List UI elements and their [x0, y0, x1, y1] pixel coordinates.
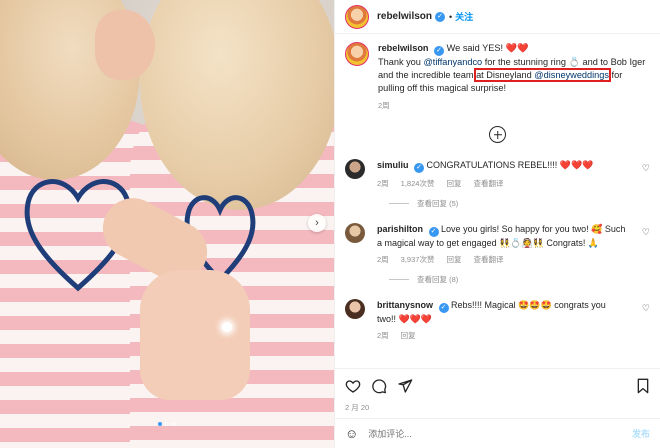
- view-replies-label: 查看回复 (5): [417, 199, 459, 208]
- caption-part-1: Thank you: [378, 57, 424, 67]
- heart-icon[interactable]: [345, 378, 361, 394]
- mention-disneyweddings[interactable]: @disneyweddings: [534, 70, 609, 80]
- verified-badge-icon: ✓: [414, 163, 425, 173]
- commenter-username[interactable]: parishilton: [377, 224, 423, 234]
- post-photo[interactable]: ›: [0, 0, 334, 448]
- comment-meta: 2周 1,824次赞 回复 查看翻译: [377, 178, 627, 190]
- view-replies[interactable]: 查看回复 (5): [389, 198, 650, 209]
- smiley-icon[interactable]: ☺: [345, 426, 358, 441]
- verified-badge-icon: ✓: [435, 11, 446, 22]
- follow-button[interactable]: 关注: [455, 10, 473, 23]
- translate-button[interactable]: 查看翻译: [473, 178, 503, 190]
- author-avatar[interactable]: [345, 4, 369, 29]
- post-header: rebelwilson ✓ • 关注: [335, 0, 660, 34]
- comment-time: 2周: [377, 255, 389, 264]
- mention-tiffanyandco[interactable]: @tiffanyandco: [423, 57, 482, 67]
- caption-lead: We said YES!: [446, 43, 504, 53]
- header-separator: •: [449, 11, 453, 22]
- highlighted-text: at Disneyland @disneyweddings: [474, 68, 611, 82]
- comment-meta: 2周 3,937次赞 回复 查看翻译: [377, 254, 627, 266]
- caption: rebelwilson ✓ We said YES! ❤️❤️ Thank yo…: [345, 42, 650, 112]
- instagram-post-modal: › rebelwilson ✓ • 关注 rebelwilson ✓ We sa…: [0, 0, 660, 448]
- comment-icon[interactable]: [371, 378, 387, 394]
- comment-composer: ☺ 发布: [335, 418, 660, 448]
- post-side-panel: rebelwilson ✓ • 关注 rebelwilson ✓ We said…: [334, 0, 660, 448]
- commenter-avatar[interactable]: [345, 223, 365, 243]
- verified-badge-icon: ✓: [438, 303, 449, 313]
- comment-input[interactable]: [368, 428, 632, 439]
- post-comment-button[interactable]: 发布: [632, 427, 650, 440]
- comment-time: 2周: [377, 331, 389, 340]
- caption-time: 2周: [378, 101, 390, 110]
- translate-button[interactable]: 查看翻译: [473, 254, 503, 266]
- verified-badge-icon: ✓: [434, 46, 445, 56]
- next-photo-button[interactable]: ›: [308, 214, 326, 232]
- caption-username[interactable]: rebelwilson: [378, 43, 429, 53]
- comment-body: simuliu ✓ CONGRATULATIONS REBEL!!!! ❤️❤️…: [377, 159, 627, 190]
- comment-body: brittanysnow ✓ Rebs!!!! Magical 🤩🤩🤩 cong…: [377, 299, 627, 342]
- chevron-right-icon: ›: [315, 217, 319, 229]
- carousel-dot-3: [172, 422, 176, 426]
- commenter-avatar[interactable]: [345, 299, 365, 319]
- comments-area: rebelwilson ✓ We said YES! ❤️❤️ Thank yo…: [335, 34, 660, 368]
- carousel-indicator: [158, 422, 176, 426]
- replies-divider: [389, 279, 409, 280]
- comment-body: parishilton ✓ Love you girls! So happy f…: [377, 223, 627, 266]
- carousel-dot-2: [165, 422, 169, 426]
- comment: simuliu ✓ CONGRATULATIONS REBEL!!!! ❤️❤️…: [345, 159, 650, 190]
- caption-text: rebelwilson ✓ We said YES! ❤️❤️ Thank yo…: [378, 42, 648, 112]
- heart-icon[interactable]: ♡: [642, 227, 650, 238]
- replies-divider: [389, 203, 409, 204]
- comment-time: 2周: [377, 179, 389, 188]
- post-date: 2 月 20: [345, 403, 370, 412]
- carousel-dot-1: [158, 422, 162, 426]
- reply-button[interactable]: 回复: [446, 254, 461, 266]
- comment: parishilton ✓ Love you girls! So happy f…: [345, 223, 650, 266]
- comment-meta: 2周 回复: [377, 330, 627, 342]
- comment-likes[interactable]: 3,937次赞: [401, 254, 435, 266]
- heart-icon[interactable]: ♡: [642, 163, 650, 174]
- commenter-avatar[interactable]: [345, 159, 365, 179]
- view-replies[interactable]: 查看回复 (8): [389, 274, 650, 285]
- post-actions: [335, 368, 660, 402]
- face: [95, 10, 155, 80]
- send-icon[interactable]: [397, 378, 413, 394]
- hands-clasped: [140, 270, 250, 400]
- heart-icon[interactable]: ♡: [642, 303, 650, 314]
- verified-badge-icon: ✓: [428, 227, 439, 237]
- view-replies-label: 查看回复 (8): [417, 275, 459, 284]
- load-more-row: [345, 126, 650, 143]
- commenter-username[interactable]: simuliu: [377, 160, 409, 170]
- commenter-username[interactable]: brittanysnow: [377, 300, 433, 310]
- comment-text: CONGRATULATIONS REBEL!!!! ❤️❤️❤️: [426, 160, 594, 170]
- add-circle-icon[interactable]: [489, 126, 506, 143]
- comment-likes[interactable]: 1,824次赞: [401, 178, 435, 190]
- author-username[interactable]: rebelwilson: [377, 11, 432, 22]
- caption-avatar[interactable]: [345, 42, 369, 66]
- bookmark-icon[interactable]: [636, 378, 650, 394]
- ring: [222, 322, 232, 332]
- caption-hearts: ❤️❤️: [505, 43, 529, 53]
- caption-highlight-plain: at Disneyland: [476, 70, 535, 80]
- reply-button[interactable]: 回复: [401, 330, 416, 342]
- comment: brittanysnow ✓ Rebs!!!! Magical 🤩🤩🤩 cong…: [345, 299, 650, 342]
- reply-button[interactable]: 回复: [446, 178, 461, 190]
